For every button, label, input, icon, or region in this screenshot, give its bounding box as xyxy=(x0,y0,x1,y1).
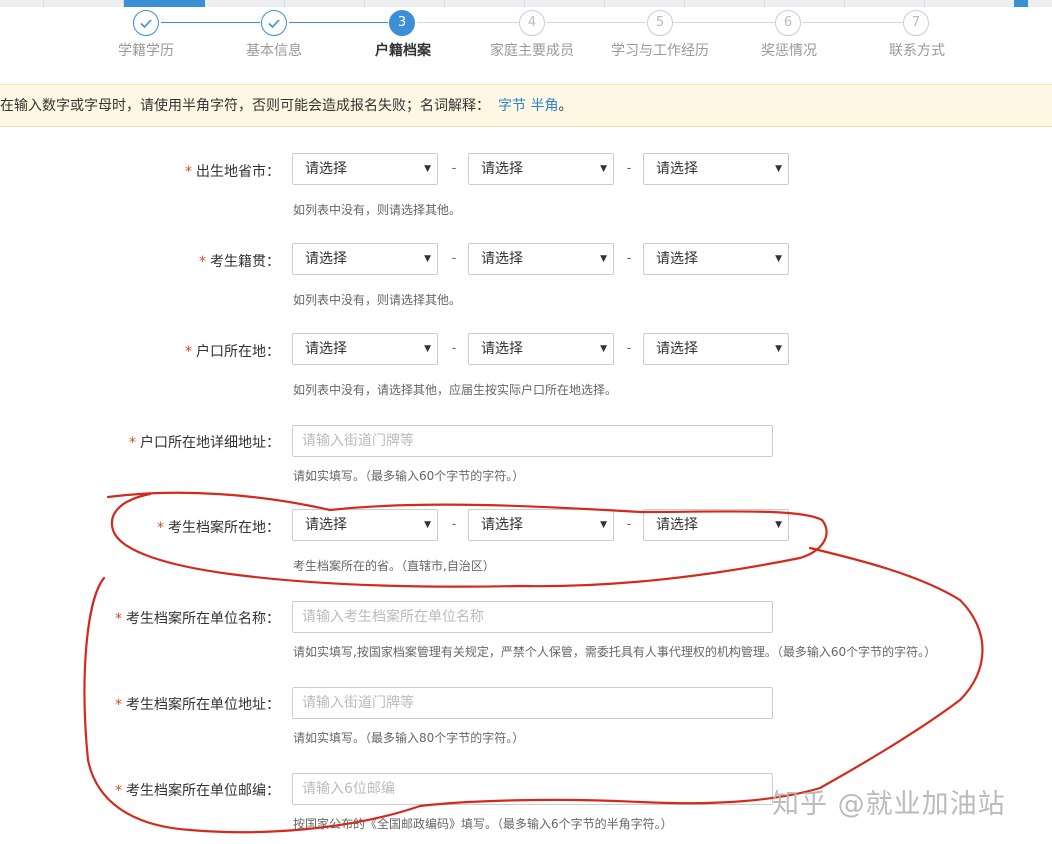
hukou-hint: 如列表中没有，请选择其他，应届生按实际户口所在地选择。 xyxy=(293,383,618,397)
dropdown-arrow-icon: ▼ xyxy=(424,164,431,174)
step-2-label[interactable]: 基本信息 xyxy=(214,40,334,60)
separator: - xyxy=(451,517,457,532)
archive-unit-postcode-hint: 按国家公布的《全国邮政编码》填写。（最多输入6个字节的半角字符。） xyxy=(293,817,673,831)
hukou-county-select[interactable]: 请选择 ▼ xyxy=(643,333,789,365)
archive-province-select[interactable]: 请选择 ▼ xyxy=(292,509,438,541)
dropdown-arrow-icon: ▼ xyxy=(424,344,431,354)
separator: - xyxy=(626,517,632,532)
dropdown-arrow-icon: ▼ xyxy=(775,164,782,174)
archive-city-select[interactable]: 请选择 ▼ xyxy=(468,509,614,541)
required-mark: * xyxy=(115,783,122,799)
archive-unit-name-label: * 考生档案所在单位名称： xyxy=(115,611,280,627)
step-1-check-icon xyxy=(133,10,159,36)
step-7-number: 7 xyxy=(903,10,929,36)
step-connector xyxy=(417,22,519,23)
step-2-check-icon xyxy=(261,10,287,36)
archive-unit-postcode-label: * 考生档案所在单位邮编： xyxy=(115,783,280,799)
native-place-hint: 如列表中没有，则请选择其他。 xyxy=(293,293,462,307)
native-place-county-select[interactable]: 请选择 ▼ xyxy=(643,243,789,275)
hukou-province-select[interactable]: 请选择 ▼ xyxy=(292,333,438,365)
dropdown-arrow-icon: ▼ xyxy=(600,164,607,174)
dropdown-arrow-icon: ▼ xyxy=(775,344,782,354)
step-6-label: 奖惩情况 xyxy=(761,43,817,59)
dropdown-arrow-icon: ▼ xyxy=(600,344,607,354)
step-progress: 3 4 5 6 7 学籍学历 基本信息 户籍档案 家庭主要成员 学习与工作经历 … xyxy=(0,0,1052,70)
notice-text: 在输入数字或字母时，请使用半角字符，否则可能会造成报名失败；名词解释： xyxy=(0,98,490,114)
step-5-label: 学习与工作经历 xyxy=(611,43,709,59)
step-connector xyxy=(289,22,388,23)
step-connector xyxy=(161,22,260,23)
separator: - xyxy=(626,251,632,266)
step-6-number: 6 xyxy=(775,10,801,36)
birthplace-county-select[interactable]: 请选择 ▼ xyxy=(643,153,789,185)
native-place-city-select[interactable]: 请选择 ▼ xyxy=(468,243,614,275)
birthplace-label: * 出生地省市： xyxy=(185,164,280,180)
notice-end: 。 xyxy=(558,98,573,114)
step-4-number: 4 xyxy=(519,10,545,36)
hukou-address-input[interactable]: 请输入街道门牌等 xyxy=(292,425,773,457)
hukou-city-select[interactable]: 请选择 ▼ xyxy=(468,333,614,365)
required-mark: * xyxy=(129,435,136,451)
separator: - xyxy=(451,341,457,356)
separator: - xyxy=(626,161,632,176)
dropdown-arrow-icon: ▼ xyxy=(424,520,431,530)
separator: - xyxy=(451,161,457,176)
birthplace-province-select[interactable]: 请选择 ▼ xyxy=(292,153,438,185)
step-4-label: 家庭主要成员 xyxy=(490,43,574,59)
required-mark: * xyxy=(185,164,192,180)
native-place-province-select[interactable]: 请选择 ▼ xyxy=(292,243,438,275)
separator: - xyxy=(626,341,632,356)
birthplace-city-select[interactable]: 请选择 ▼ xyxy=(468,153,614,185)
step-1-label[interactable]: 学籍学历 xyxy=(86,40,206,60)
required-mark: * xyxy=(115,697,122,713)
archive-unit-name-hint: 请如实填写,按国家档案管理有关规定，严禁个人保管，需委托具有人事代理权的机构管理… xyxy=(293,645,937,659)
dropdown-arrow-icon: ▼ xyxy=(775,254,782,264)
step-connector xyxy=(802,22,903,23)
native-place-label: * 考生籍贯： xyxy=(199,254,280,270)
separator: - xyxy=(451,251,457,266)
archive-unit-address-label: * 考生档案所在单位地址： xyxy=(115,697,280,713)
watermark: 知乎 @就业加油站 xyxy=(772,789,1006,820)
step-3-number: 3 xyxy=(389,10,415,36)
step-3-label: 户籍档案 xyxy=(375,43,431,59)
required-mark: * xyxy=(185,344,192,360)
archive-unit-address-input[interactable]: 请输入街道门牌等 xyxy=(292,687,773,719)
hukou-address-label: * 户口所在地详细地址： xyxy=(129,435,280,451)
step-5-number: 5 xyxy=(647,10,673,36)
step-7-label: 联系方式 xyxy=(889,43,945,59)
archive-unit-address-hint: 请如实填写。（最多输入80个字节的字符。） xyxy=(293,731,525,745)
terms-link[interactable]: 字节 半角 xyxy=(498,98,558,114)
dropdown-arrow-icon: ▼ xyxy=(424,254,431,264)
step-connector xyxy=(546,22,646,23)
required-mark: * xyxy=(157,520,164,536)
step-connector xyxy=(673,22,775,23)
birthplace-hint: 如列表中没有，则请选择其他。 xyxy=(293,203,462,217)
archive-county-select[interactable]: 请选择 ▼ xyxy=(643,509,789,541)
hukou-address-hint: 请如实填写。（最多输入60个字节的字符。） xyxy=(293,469,525,483)
dropdown-arrow-icon: ▼ xyxy=(775,520,782,530)
dropdown-arrow-icon: ▼ xyxy=(600,254,607,264)
dropdown-arrow-icon: ▼ xyxy=(600,520,607,530)
notice-bar: 在输入数字或字母时，请使用半角字符，否则可能会造成报名失败；名词解释： 字节 半角… xyxy=(0,84,1052,127)
required-mark: * xyxy=(199,254,206,270)
archive-unit-postcode-input[interactable]: 请输入6位邮编 xyxy=(292,773,773,805)
required-mark: * xyxy=(115,611,122,627)
archive-location-label: * 考生档案所在地： xyxy=(157,520,280,536)
archive-location-hint: 考生档案所在的省。（直辖市,自治区） xyxy=(293,559,495,573)
archive-unit-name-input[interactable]: 请输入考生档案所在单位名称 xyxy=(292,601,773,633)
hukou-label: * 户口所在地： xyxy=(185,344,280,360)
